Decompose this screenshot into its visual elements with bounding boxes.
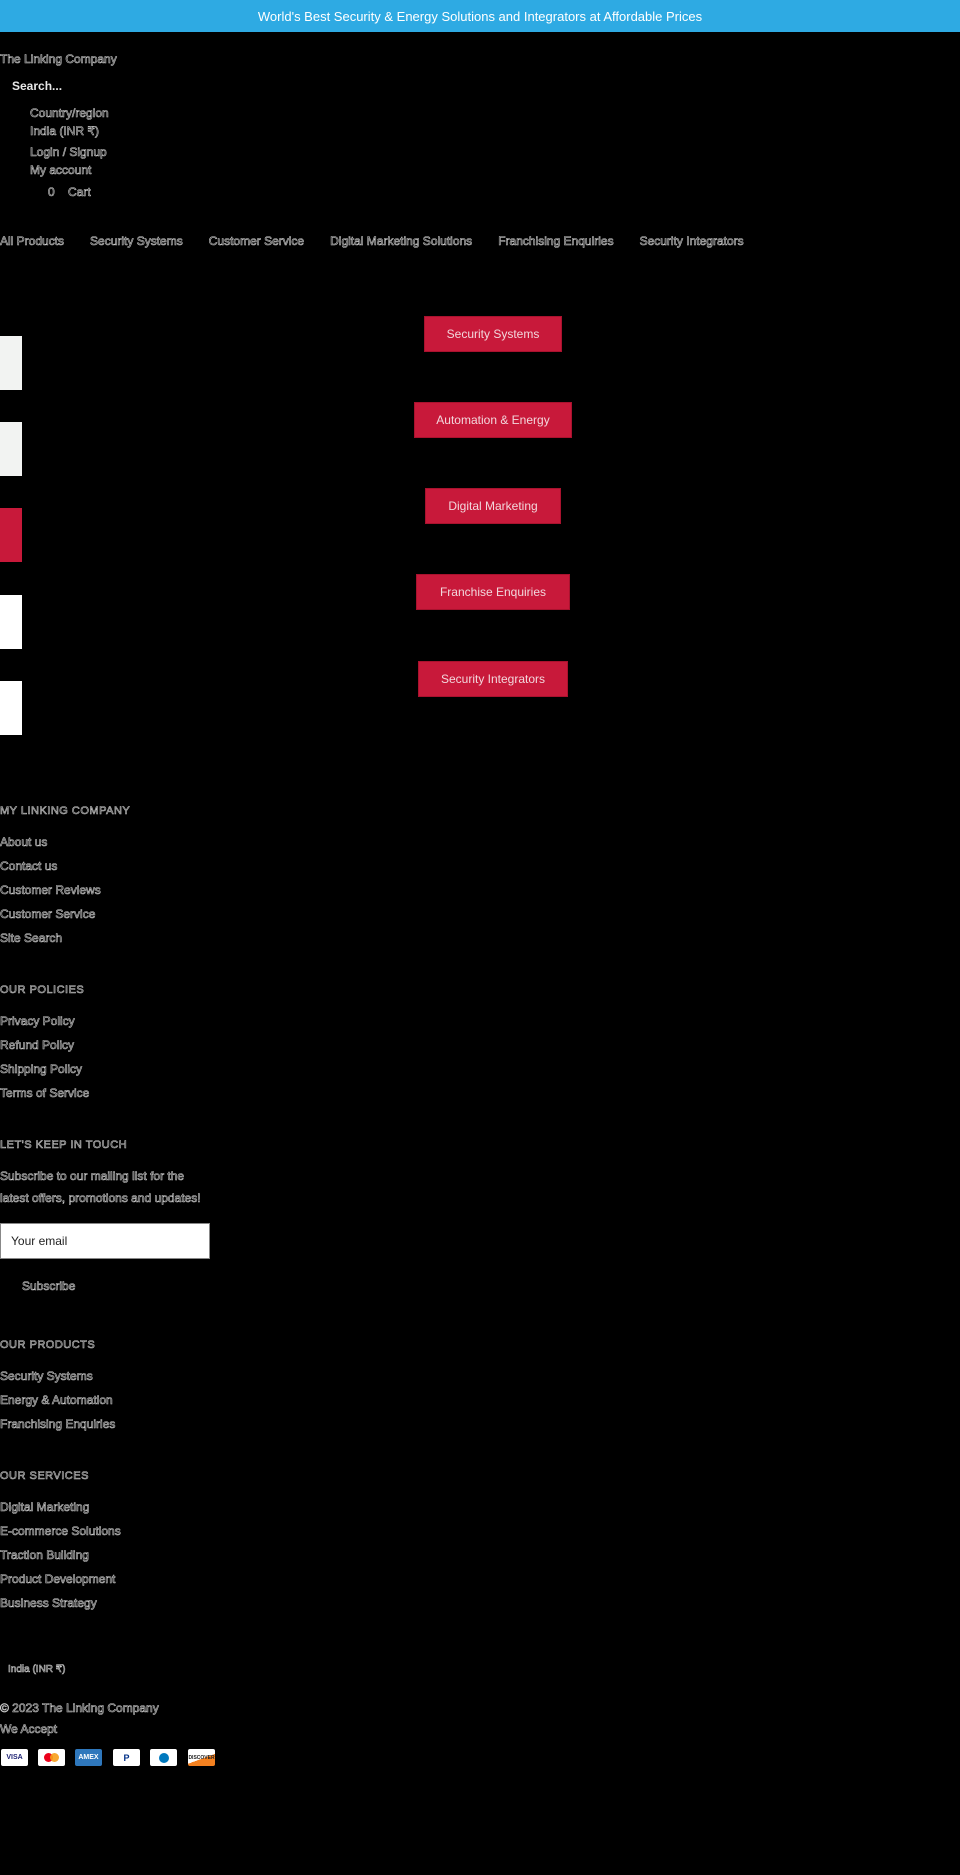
footer-country-selector[interactable]: India (INR ₹) (8, 1664, 66, 1676)
copyright: © 2023 The Linking Company (0, 1701, 159, 1716)
visa-icon: VISA (1, 1749, 28, 1766)
footer-link-product-dev[interactable]: Product Development (0, 1572, 116, 1587)
footer-heading-services: OUR SERVICES (0, 1470, 89, 1483)
footer-link-shipping[interactable]: Shipping Policy (0, 1062, 82, 1077)
footer-heading-products: OUR PRODUCTS (0, 1339, 96, 1352)
cart-link[interactable]: Cart (68, 183, 91, 201)
side-block-4 (0, 595, 22, 649)
country-selector[interactable]: India (INR ₹) (30, 122, 100, 140)
footer-link-reviews[interactable]: Customer Reviews (0, 883, 101, 898)
footer-link-business-strategy[interactable]: Business Strategy (0, 1596, 97, 1611)
hero-button-security-systems[interactable]: Security Systems (424, 316, 562, 352)
side-block-1 (0, 336, 22, 390)
footer-heading-policies: OUR POLICIES (0, 984, 85, 997)
email-input[interactable]: Your email (0, 1223, 210, 1259)
footer-link-terms[interactable]: Terms of Service (0, 1086, 90, 1101)
announcement-bar: World's Best Security & Energy Solutions… (0, 0, 960, 32)
announcement-text: World's Best Security & Energy Solutions… (257, 8, 703, 24)
email-placeholder: Your email (11, 1234, 68, 1248)
side-block-3 (0, 508, 22, 562)
site-logo[interactable]: The Linking Company (0, 52, 117, 67)
footer-link-ecommerce[interactable]: E-commerce Solutions (0, 1524, 121, 1539)
footer-link-energy-automation[interactable]: Energy & Automation (0, 1393, 113, 1408)
footer-link-security-systems[interactable]: Security Systems (0, 1369, 93, 1384)
side-block-5 (0, 681, 22, 735)
footer-link-digital-marketing[interactable]: Digital Marketing (0, 1500, 90, 1515)
footer-link-privacy[interactable]: Privacy Policy (0, 1014, 75, 1029)
nav-digital-marketing[interactable]: Digital Marketing Solutions (330, 234, 473, 249)
hero-button-digital-marketing[interactable]: Digital Marketing (425, 488, 561, 524)
nav-franchising[interactable]: Franchising Enquiries (498, 234, 614, 249)
login-link[interactable]: Login / Signup (30, 143, 107, 161)
main-nav: All Products Security Systems Customer S… (0, 234, 770, 249)
footer-link-contact[interactable]: Contact us (0, 859, 58, 874)
side-block-2 (0, 422, 22, 476)
amex-icon: AMEX (75, 1749, 102, 1766)
footer-link-site-search[interactable]: Site Search (0, 931, 62, 946)
footer-link-refund[interactable]: Refund Policy (0, 1038, 74, 1053)
diners-club-icon (150, 1749, 177, 1766)
search-input[interactable]: Search... (12, 79, 62, 93)
footer-link-franchising[interactable]: Franchising Enquiries (0, 1417, 116, 1432)
nav-security-integrators[interactable]: Security Integrators (639, 234, 744, 249)
newsletter-heading: LET'S KEEP IN TOUCH (0, 1139, 128, 1152)
nav-security-systems[interactable]: Security Systems (90, 234, 183, 249)
nav-customer-service[interactable]: Customer Service (208, 234, 304, 249)
footer-link-traction[interactable]: Traction Building (0, 1548, 89, 1563)
footer-link-about[interactable]: About us (0, 835, 48, 850)
account-link[interactable]: My account (30, 161, 92, 179)
cart-count: 0 (48, 185, 55, 200)
newsletter-text-1: Subscribe to our mailing list for the (0, 1169, 185, 1184)
hero-button-franchise-enquiries[interactable]: Franchise Enquiries (416, 574, 570, 610)
footer-heading-company: MY LINKING COMPANY (0, 805, 131, 818)
hero-button-security-integrators[interactable]: Security Integrators (418, 661, 568, 697)
country-label: Country/region (30, 106, 109, 121)
footer-link-customer-service[interactable]: Customer Service (0, 907, 96, 922)
subscribe-button[interactable]: Subscribe (22, 1279, 76, 1294)
nav-all-products[interactable]: All Products (0, 234, 64, 249)
we-accept-label: We Accept (0, 1722, 58, 1737)
paypal-icon: P (113, 1749, 140, 1766)
mastercard-icon (38, 1749, 65, 1766)
newsletter-text-2: latest offers, promotions and updates! (0, 1191, 201, 1206)
hero-button-automation-energy[interactable]: Automation & Energy (414, 402, 572, 438)
discover-icon: DISCOVER (188, 1749, 215, 1766)
